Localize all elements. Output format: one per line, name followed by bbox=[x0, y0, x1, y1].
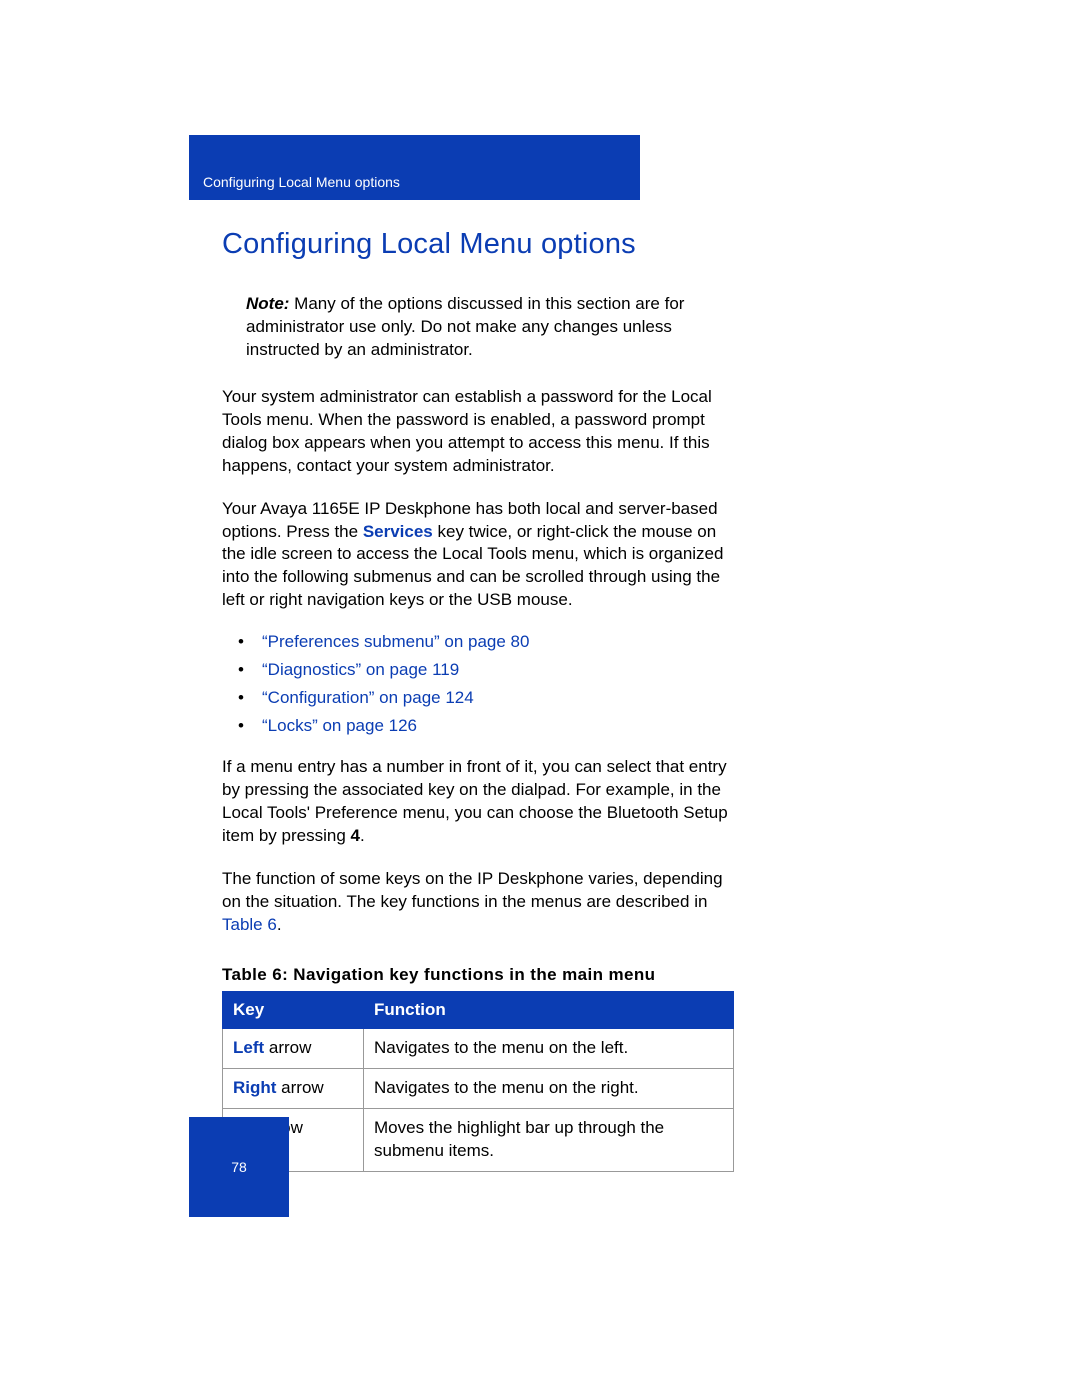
note-block: Note: Many of the options discussed in t… bbox=[246, 293, 734, 362]
table-cell-function: Moves the highlight bar up through the s… bbox=[364, 1108, 734, 1171]
key-suffix: arrow bbox=[276, 1078, 323, 1097]
list-item[interactable]: “Preferences submenu” on page 80 bbox=[238, 632, 734, 652]
paragraph-2: Your Avaya 1165E IP Deskphone has both l… bbox=[222, 498, 734, 613]
link-configuration[interactable]: “Configuration” on page 124 bbox=[262, 688, 474, 707]
key-suffix: arrow bbox=[264, 1038, 311, 1057]
paragraph-1: Your system administrator can establish … bbox=[222, 386, 734, 478]
table-header-function: Function bbox=[364, 991, 734, 1028]
key-name-left: Left bbox=[233, 1038, 264, 1057]
footer-page-number-block: 78 bbox=[189, 1117, 289, 1217]
navigation-key-table: Key Function Left arrow Navigates to the… bbox=[222, 991, 734, 1172]
page-title: Configuring Local Menu options bbox=[222, 228, 734, 261]
table-cell-function: Navigates to the menu on the right. bbox=[364, 1068, 734, 1108]
paragraph-3-post: . bbox=[360, 826, 365, 845]
table-row: Right arrow Navigates to the menu on the… bbox=[223, 1068, 734, 1108]
table-header-row: Key Function bbox=[223, 991, 734, 1028]
dialpad-key-4: 4 bbox=[351, 826, 360, 845]
submenu-link-list: “Preferences submenu” on page 80 “Diagno… bbox=[222, 632, 734, 736]
note-text: Many of the options discussed in this se… bbox=[246, 294, 684, 359]
list-item[interactable]: “Configuration” on page 124 bbox=[238, 688, 734, 708]
list-item[interactable]: “Diagnostics” on page 119 bbox=[238, 660, 734, 680]
table-row: Up arrow Moves the highlight bar up thro… bbox=[223, 1108, 734, 1171]
table-cell-key: Right arrow bbox=[223, 1068, 364, 1108]
link-preferences[interactable]: “Preferences submenu” on page 80 bbox=[262, 632, 529, 651]
list-item[interactable]: “Locks” on page 126 bbox=[238, 716, 734, 736]
content-area: Configuring Local Menu options Note: Man… bbox=[222, 208, 734, 1172]
paragraph-4-post: . bbox=[277, 915, 282, 934]
header-band: Configuring Local Menu options bbox=[189, 135, 640, 200]
paragraph-4-pre: The function of some keys on the IP Desk… bbox=[222, 869, 723, 911]
header-section-label: Configuring Local Menu options bbox=[203, 174, 400, 190]
table-6-link[interactable]: Table 6 bbox=[222, 915, 277, 934]
table-caption: Table 6: Navigation key functions in the… bbox=[222, 965, 734, 985]
note-label: Note: bbox=[246, 294, 289, 313]
key-name-right: Right bbox=[233, 1078, 276, 1097]
paragraph-3: If a menu entry has a number in front of… bbox=[222, 756, 734, 848]
table-cell-function: Navigates to the menu on the left. bbox=[364, 1028, 734, 1068]
link-locks[interactable]: “Locks” on page 126 bbox=[262, 716, 417, 735]
link-diagnostics[interactable]: “Diagnostics” on page 119 bbox=[262, 660, 459, 679]
document-page: Configuring Local Menu options Configuri… bbox=[0, 0, 1080, 1397]
services-key-text: Services bbox=[363, 522, 433, 541]
table-header-key: Key bbox=[223, 991, 364, 1028]
table-cell-key: Left arrow bbox=[223, 1028, 364, 1068]
page-number: 78 bbox=[231, 1159, 247, 1175]
paragraph-4: The function of some keys on the IP Desk… bbox=[222, 868, 734, 937]
table-row: Left arrow Navigates to the menu on the … bbox=[223, 1028, 734, 1068]
paragraph-3-pre: If a menu entry has a number in front of… bbox=[222, 757, 728, 845]
